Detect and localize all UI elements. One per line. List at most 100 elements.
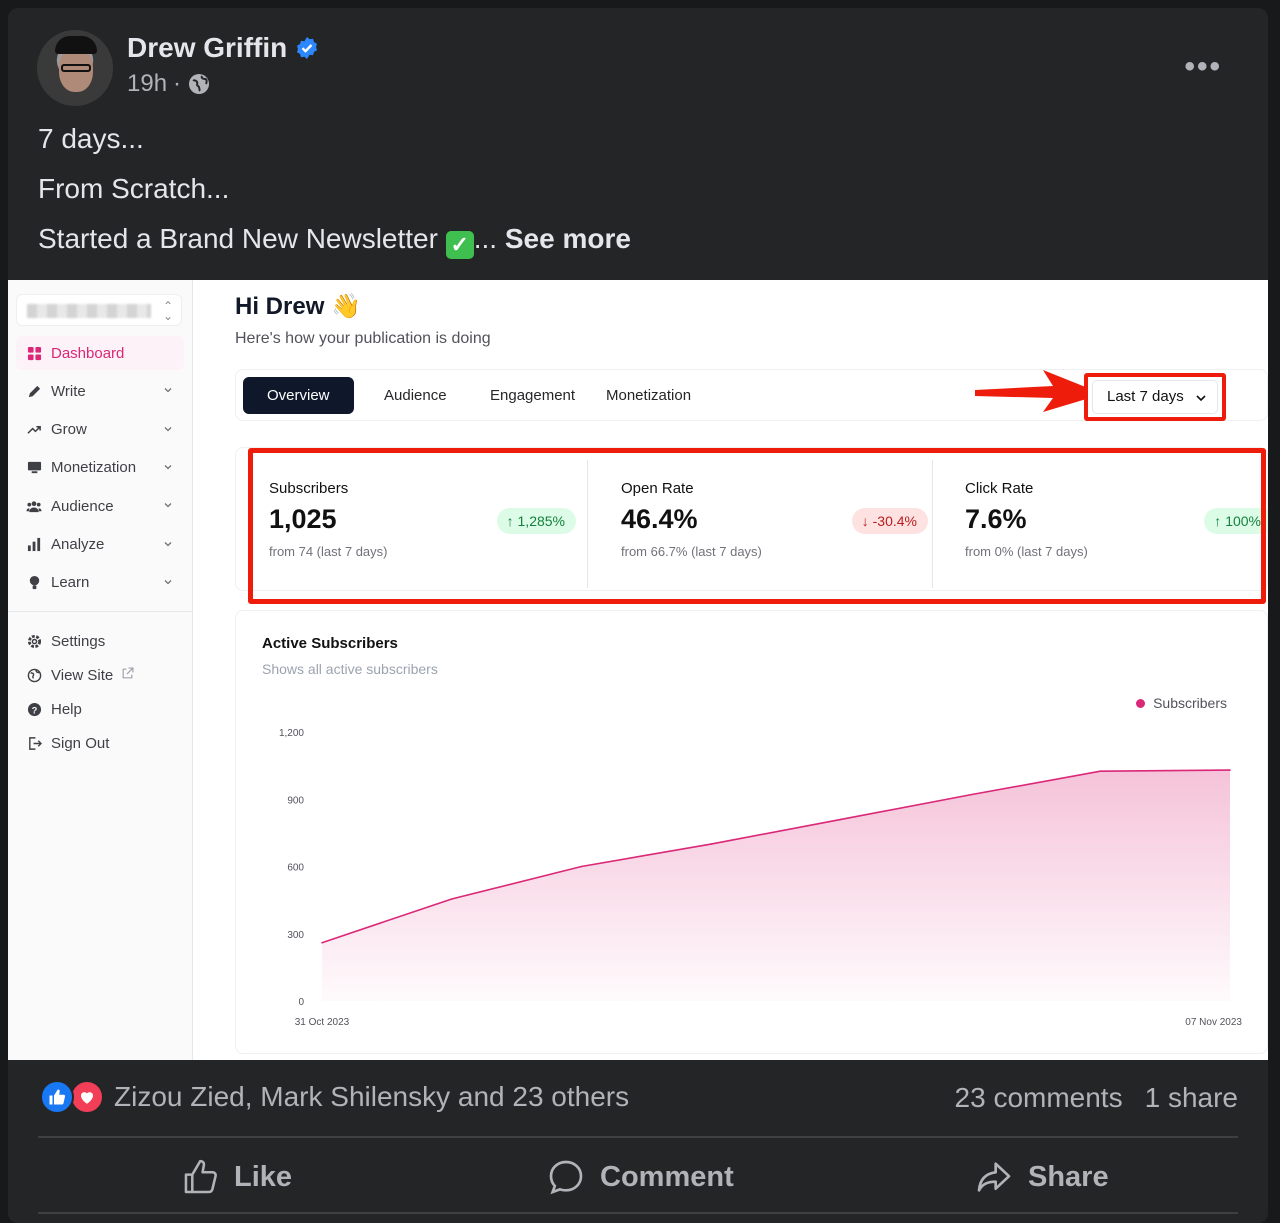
like-button[interactable]: Like bbox=[182, 1152, 292, 1202]
comment-bubble-icon bbox=[549, 1160, 583, 1195]
active-subscribers-card: Active Subscribers Shows all active subs… bbox=[235, 610, 1268, 1054]
subscribers-area-chart: 0 300 600 900 1,200 31 Oct 2023 07 Nov 2023 bbox=[279, 728, 1242, 1028]
date-range-highlight: Last 7 days bbox=[1084, 373, 1226, 421]
sidebar-item-label: Write bbox=[51, 382, 86, 400]
author-avatar[interactable] bbox=[37, 30, 113, 106]
tab-overview[interactable]: Overview bbox=[243, 377, 354, 414]
check-mark-emoji-icon: ✓ bbox=[445, 231, 474, 259]
sidebar-item-label: Settings bbox=[51, 632, 106, 650]
sidebar-item-label: Analyze bbox=[51, 536, 105, 553]
date-range-label: Last 7 days bbox=[1107, 388, 1184, 405]
sidebar-item-monetization[interactable]: Monetization bbox=[16, 451, 184, 485]
author-name[interactable]: Drew Griffin bbox=[127, 32, 287, 64]
tab-engagement[interactable]: Engagement bbox=[466, 377, 599, 414]
footer-bottom-divider bbox=[38, 1212, 1238, 1214]
see-more-link[interactable]: See more bbox=[505, 223, 631, 254]
thumbs-up-icon bbox=[184, 1159, 217, 1194]
share-button[interactable]: Share bbox=[974, 1152, 1109, 1202]
greeting-subtitle: Here's how your publication is doing bbox=[235, 330, 491, 347]
data-point bbox=[1229, 769, 1231, 771]
verified-badge-icon bbox=[297, 37, 318, 59]
globe-icon bbox=[189, 74, 210, 94]
chevron-up-down-icon: ⌃ ⌄ bbox=[162, 299, 173, 323]
comments-count[interactable]: 23 comments bbox=[955, 1082, 1123, 1114]
share-arrow-icon bbox=[977, 1162, 1011, 1192]
bulb-icon bbox=[26, 575, 42, 591]
sidebar-item-write[interactable]: Write bbox=[16, 374, 184, 408]
help-icon: ? bbox=[26, 701, 42, 717]
sidebar-item-label: Help bbox=[51, 700, 82, 718]
sidebar-item-grow[interactable]: Grow bbox=[16, 413, 184, 447]
grid-icon bbox=[26, 345, 42, 361]
reaction-names[interactable]: Zizou Zied, Mark Shilensky and 23 others bbox=[114, 1081, 629, 1113]
trend-icon bbox=[26, 422, 42, 438]
footer-divider bbox=[38, 1136, 1238, 1138]
share-label: Share bbox=[1028, 1160, 1109, 1193]
engagement-counts: 23 comments 1 share bbox=[955, 1082, 1238, 1114]
publication-selector[interactable]: ⌃ ⌄ bbox=[16, 294, 182, 326]
y-tick-label: 1,200 bbox=[279, 728, 304, 739]
post-text-line-3-text: Started a Brand New Newsletter bbox=[38, 223, 438, 254]
sidebar-item-audience[interactable]: Audience bbox=[16, 489, 184, 523]
sidebar-item-analyze[interactable]: Analyze bbox=[16, 528, 184, 562]
author-name-row: Drew Griffin bbox=[127, 32, 319, 64]
sidebar-item-label: Audience bbox=[51, 497, 114, 515]
sidebar-item-settings[interactable]: Settings bbox=[16, 624, 184, 658]
data-point bbox=[450, 898, 453, 900]
svg-text:?: ? bbox=[31, 705, 37, 715]
users-icon bbox=[26, 498, 42, 514]
data-point bbox=[321, 941, 323, 944]
more-options-button[interactable]: ••• bbox=[1184, 50, 1222, 84]
sidebar-item-label: Grow bbox=[51, 421, 87, 439]
y-tick-label: 0 bbox=[298, 997, 304, 1008]
chevron-down-icon bbox=[1196, 395, 1206, 402]
sidebar-item-view-site[interactable]: View Site bbox=[16, 658, 184, 692]
sidebar-item-label: Sign Out bbox=[51, 734, 110, 752]
like-reaction-icon bbox=[40, 1080, 74, 1114]
stats-highlight-box bbox=[248, 448, 1266, 604]
y-tick-label: 900 bbox=[287, 795, 304, 806]
post-time[interactable]: 19h bbox=[127, 70, 167, 98]
data-point bbox=[840, 818, 842, 821]
post-text-line-1: 7 days... bbox=[38, 123, 144, 154]
x-tick-label: 31 Oct 2023 bbox=[295, 1017, 350, 1028]
tab-monetization[interactable]: Monetization bbox=[582, 377, 715, 414]
globe-icon bbox=[26, 667, 42, 683]
data-point bbox=[580, 865, 583, 868]
sidebar-item-help[interactable]: ? Help bbox=[16, 692, 184, 726]
love-reaction-icon bbox=[70, 1080, 104, 1114]
blurred-publication-name bbox=[27, 304, 151, 318]
sidebar-item-label: Learn bbox=[51, 574, 90, 592]
external-link-icon bbox=[121, 666, 134, 684]
y-tick-label: 600 bbox=[287, 863, 304, 874]
chevron-down-icon bbox=[162, 422, 174, 434]
chevron-down-icon bbox=[162, 460, 174, 472]
chevron-down-icon bbox=[162, 383, 174, 395]
comment-button[interactable]: Comment bbox=[546, 1152, 734, 1202]
date-range-select[interactable]: Last 7 days bbox=[1092, 380, 1218, 414]
sidebar-item-dashboard[interactable]: Dashboard bbox=[16, 336, 184, 370]
shares-count[interactable]: 1 share bbox=[1145, 1082, 1238, 1114]
comment-label: Comment bbox=[600, 1160, 734, 1193]
y-tick-label: 300 bbox=[287, 930, 304, 941]
facebook-post: Drew Griffin 19h · ••• 7 days... From Sc… bbox=[8, 8, 1268, 1223]
sign-out-icon bbox=[26, 735, 42, 751]
pencil-icon bbox=[26, 383, 42, 399]
dashboard-sidebar: ⌃ ⌄ Dashboard Write Grow Monetization Audienc… bbox=[8, 280, 193, 1060]
monitor-icon bbox=[26, 460, 42, 476]
tab-audience[interactable]: Audience bbox=[360, 377, 471, 414]
data-point bbox=[969, 793, 972, 796]
sidebar-item-label: View Site bbox=[51, 666, 114, 684]
gear-icon bbox=[26, 633, 42, 649]
sidebar-item-learn[interactable]: Learn bbox=[16, 566, 184, 600]
post-image-dashboard[interactable]: ⌃ ⌄ Dashboard Write Grow Monetization Audienc… bbox=[8, 280, 1268, 1060]
ellipsis: ... bbox=[473, 223, 498, 254]
bar-chart-icon bbox=[26, 537, 42, 553]
dashboard-main: Hi Drew 👋 Here's how your publication is… bbox=[194, 280, 1268, 1060]
chevron-down-icon bbox=[162, 498, 174, 510]
sidebar-item-label: Monetization bbox=[51, 459, 137, 477]
sidebar-item-sign-out[interactable]: Sign Out bbox=[16, 726, 184, 760]
reactions-summary[interactable]: Zizou Zied, Mark Shilensky and 23 others bbox=[40, 1080, 629, 1114]
meta-separator: · bbox=[173, 70, 182, 97]
chevron-down-icon bbox=[162, 537, 174, 549]
